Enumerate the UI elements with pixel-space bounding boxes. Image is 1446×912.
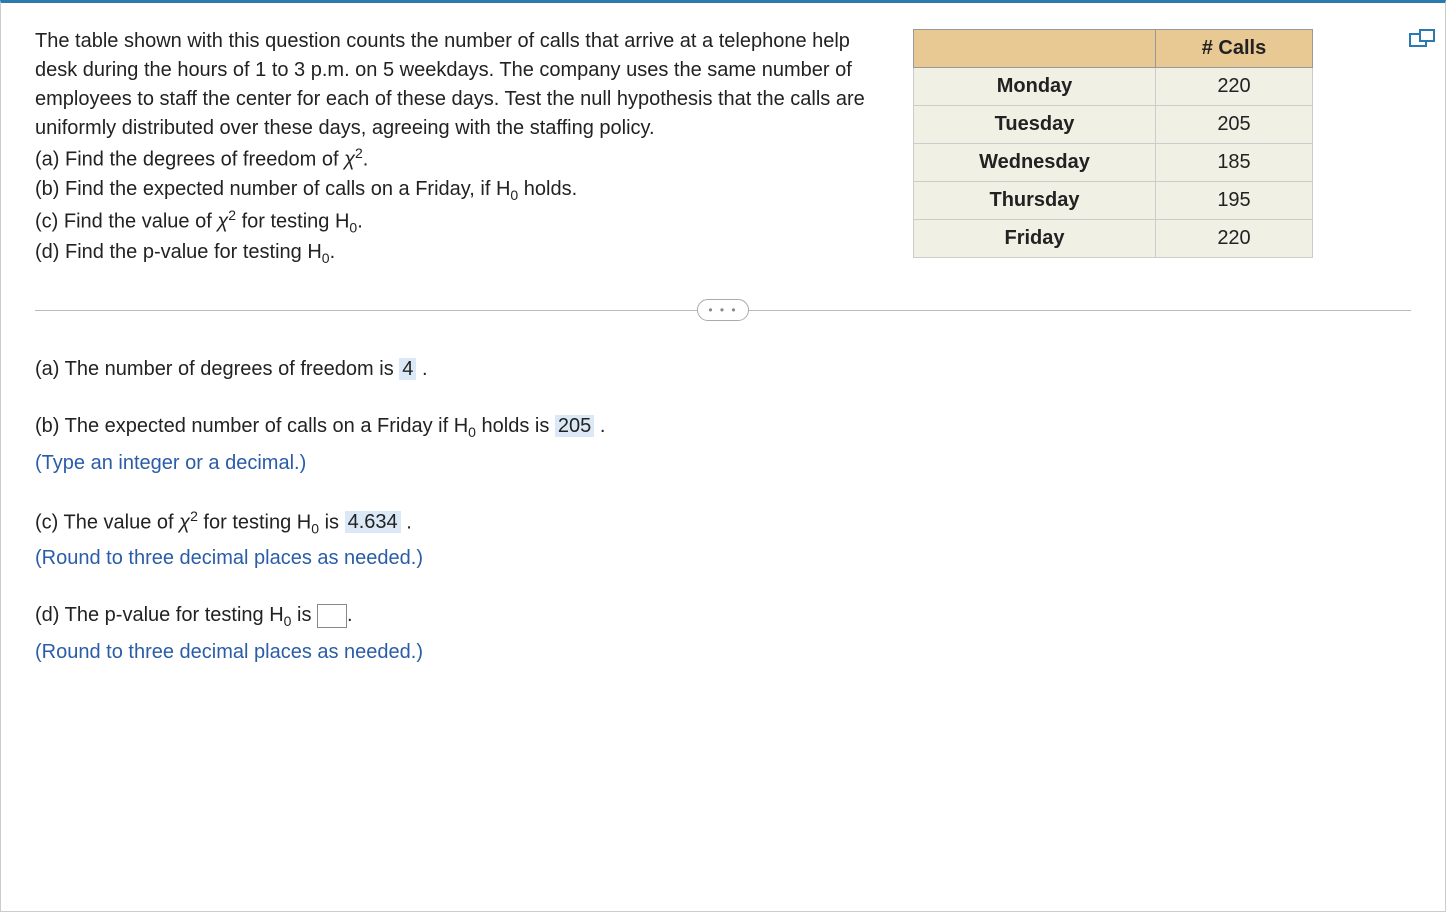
part-c-pre: (c) Find the value of [35, 211, 217, 233]
question-text-block: The table shown with this question count… [35, 27, 895, 268]
ellipsis-icon: • • • [708, 302, 737, 319]
squared-superscript: 2 [355, 145, 363, 161]
part-c-mid: for testing H [236, 211, 349, 233]
answer-d: (d) The p-value for testing H0 is . (Rou… [35, 601, 1411, 666]
subscript-zero: 0 [468, 424, 476, 440]
answer-b-post: . [594, 415, 605, 437]
question-part-b: (b) Find the expected number of calls on… [35, 175, 895, 205]
squared-superscript: 2 [228, 207, 236, 223]
answer-b-value[interactable]: 205 [555, 415, 594, 437]
chi-symbol: χ [179, 511, 190, 533]
answer-a-value[interactable]: 4 [399, 358, 416, 380]
answer-b-pre: (b) The expected number of calls on a Fr… [35, 415, 468, 437]
calls-cell: 220 [1156, 220, 1313, 258]
table-header-row: # Calls [914, 30, 1313, 68]
answer-a-post: . [416, 358, 427, 380]
calls-cell: 220 [1156, 68, 1313, 106]
answer-c-value[interactable]: 4.634 [345, 511, 401, 533]
part-a-text: (a) Find the degrees of freedom of [35, 149, 344, 171]
part-b-pre: (b) Find the expected number of calls on… [35, 178, 510, 200]
day-cell: Monday [914, 68, 1156, 106]
chi-symbol: χ [344, 149, 355, 171]
answer-a: (a) The number of degrees of freedom is … [35, 355, 1411, 384]
table-row: Tuesday 205 [914, 106, 1313, 144]
calls-cell: 185 [1156, 144, 1313, 182]
chi-symbol: χ [217, 211, 228, 233]
part-d-pre: (d) Find the p-value for testing H [35, 241, 322, 263]
part-a-tail: . [363, 149, 369, 171]
answer-b-hint: (Type an integer or a decimal.) [35, 449, 1411, 478]
answer-d-input[interactable] [317, 604, 347, 628]
table-header-calls: # Calls [1156, 30, 1313, 68]
table-header-blank [914, 30, 1156, 68]
day-cell: Wednesday [914, 144, 1156, 182]
answer-d-post: . [347, 604, 353, 626]
table-row: Wednesday 185 [914, 144, 1313, 182]
table-row: Friday 220 [914, 220, 1313, 258]
question-intro: The table shown with this question count… [35, 27, 895, 143]
answer-d-hint: (Round to three decimal places as needed… [35, 638, 1411, 667]
popout-icon[interactable] [1409, 33, 1427, 47]
answer-c-post: . [401, 511, 412, 533]
answers-block: (a) The number of degrees of freedom is … [35, 355, 1411, 667]
calls-table: # Calls Monday 220 Tuesday 205 Wednesday… [913, 29, 1313, 258]
part-d-post: . [330, 241, 336, 263]
table-row: Thursday 195 [914, 182, 1313, 220]
answer-c-pre: (c) The value of [35, 511, 179, 533]
day-cell: Friday [914, 220, 1156, 258]
answer-b-mid: holds is [476, 415, 555, 437]
answer-c-hint: (Round to three decimal places as needed… [35, 544, 1411, 573]
answer-c: (c) The value of χ2 for testing H0 is 4.… [35, 506, 1411, 574]
calls-cell: 195 [1156, 182, 1313, 220]
table-row: Monday 220 [914, 68, 1313, 106]
part-b-post: holds. [518, 178, 577, 200]
question-part-d: (d) Find the p-value for testing H0. [35, 238, 895, 268]
answer-d-pre: (d) The p-value for testing H [35, 604, 284, 626]
answer-c-mid: for testing H [198, 511, 311, 533]
day-cell: Tuesday [914, 106, 1156, 144]
part-c-post: . [357, 211, 363, 233]
squared-superscript: 2 [190, 508, 198, 524]
subscript-zero: 0 [322, 250, 330, 266]
section-divider: • • • [35, 310, 1411, 311]
day-cell: Thursday [914, 182, 1156, 220]
subscript-zero: 0 [311, 520, 319, 536]
question-part-c: (c) Find the value of χ2 for testing H0. [35, 205, 895, 238]
answer-d-mid: is [291, 604, 317, 626]
answer-a-pre: (a) The number of degrees of freedom is [35, 358, 399, 380]
calls-cell: 205 [1156, 106, 1313, 144]
expand-button[interactable]: • • • [697, 299, 749, 321]
question-header-row: The table shown with this question count… [35, 27, 1411, 268]
answer-c-mid2: is [319, 511, 345, 533]
answer-b: (b) The expected number of calls on a Fr… [35, 412, 1411, 477]
question-part-a: (a) Find the degrees of freedom of χ2. [35, 143, 895, 175]
